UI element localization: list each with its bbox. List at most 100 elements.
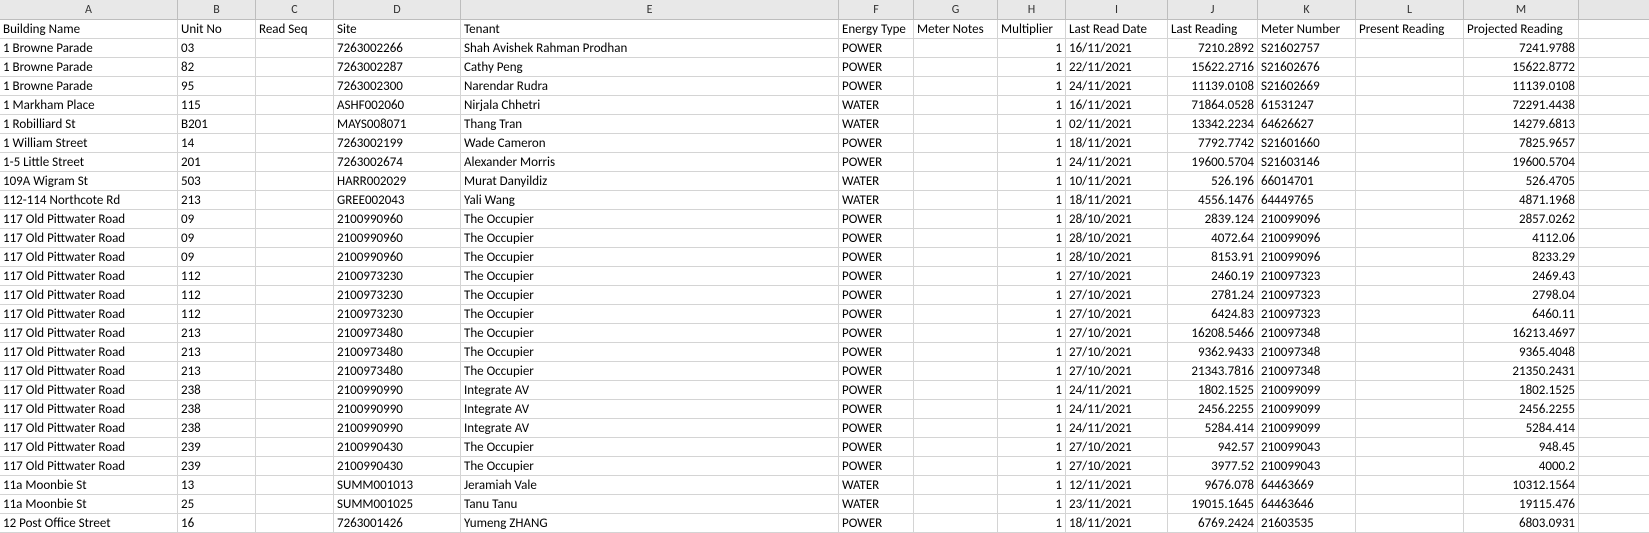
cell-I[interactable]: 27/10/2021 xyxy=(1066,343,1168,361)
cell-G[interactable] xyxy=(914,191,998,209)
cell-K[interactable]: S21602676 xyxy=(1258,58,1356,76)
cell-K[interactable]: S21602669 xyxy=(1258,77,1356,95)
cell-E[interactable]: Thang Tran xyxy=(461,115,839,133)
cell-J[interactable]: 4072.64 xyxy=(1168,229,1258,247)
header-cell-A[interactable]: Building Name xyxy=(0,20,178,38)
cell-L[interactable] xyxy=(1356,210,1464,228)
cell-M[interactable]: 4871.1968 xyxy=(1464,191,1579,209)
cell-A[interactable]: 1-5 Little Street xyxy=(0,153,178,171)
cell-M[interactable]: 14279.6813 xyxy=(1464,115,1579,133)
cell-L[interactable] xyxy=(1356,343,1464,361)
cell-D[interactable]: SUMM001013 xyxy=(334,476,461,494)
cell-A[interactable]: 112-114 Northcote Rd xyxy=(0,191,178,209)
cell-E[interactable]: Narendar Rudra xyxy=(461,77,839,95)
cell-H[interactable]: 1 xyxy=(998,210,1066,228)
cell-D[interactable]: MAYS008071 xyxy=(334,115,461,133)
cell-L[interactable] xyxy=(1356,381,1464,399)
cell-I[interactable]: 27/10/2021 xyxy=(1066,305,1168,323)
header-cell-B[interactable]: Unit No xyxy=(178,20,256,38)
cell-B[interactable]: 503 xyxy=(178,172,256,190)
cell-M[interactable]: 4112.06 xyxy=(1464,229,1579,247)
cell-H[interactable]: 1 xyxy=(998,58,1066,76)
cell-G[interactable] xyxy=(914,229,998,247)
cell-L[interactable] xyxy=(1356,267,1464,285)
cell-D[interactable]: 7263002199 xyxy=(334,134,461,152)
cell-D[interactable]: 2100990960 xyxy=(334,210,461,228)
cell-J[interactable]: 5284.414 xyxy=(1168,419,1258,437)
cell-H[interactable]: 1 xyxy=(998,229,1066,247)
spreadsheet-grid[interactable]: ABCDEFGHIJKLM Building NameUnit NoRead S… xyxy=(0,0,1649,533)
cell-G[interactable] xyxy=(914,153,998,171)
cell-C[interactable] xyxy=(256,343,334,361)
cell-F[interactable]: WATER xyxy=(839,476,914,494)
cell-F[interactable]: WATER xyxy=(839,96,914,114)
cell-C[interactable] xyxy=(256,400,334,418)
cell-L[interactable] xyxy=(1356,305,1464,323)
header-cell-E[interactable]: Tenant xyxy=(461,20,839,38)
cell-K[interactable]: S21601660 xyxy=(1258,134,1356,152)
cell-F[interactable]: POWER xyxy=(839,305,914,323)
cell-H[interactable]: 1 xyxy=(998,381,1066,399)
cell-G[interactable] xyxy=(914,457,998,475)
cell-A[interactable]: 1 Browne Parade xyxy=(0,77,178,95)
cell-J[interactable]: 4556.1476 xyxy=(1168,191,1258,209)
cell-C[interactable] xyxy=(256,476,334,494)
cell-L[interactable] xyxy=(1356,438,1464,456)
cell-I[interactable]: 16/11/2021 xyxy=(1066,39,1168,57)
cell-D[interactable]: 7263002287 xyxy=(334,58,461,76)
cell-A[interactable]: 117 Old Pittwater Road xyxy=(0,343,178,361)
cell-E[interactable]: The Occupier xyxy=(461,362,839,380)
cell-A[interactable]: 11a Moonbie St xyxy=(0,476,178,494)
cell-E[interactable]: Yali Wang xyxy=(461,191,839,209)
cell-J[interactable]: 15622.2716 xyxy=(1168,58,1258,76)
cell-E[interactable]: Tanu Tanu xyxy=(461,495,839,513)
cell-G[interactable] xyxy=(914,77,998,95)
cell-K[interactable]: 61531247 xyxy=(1258,96,1356,114)
cell-J[interactable]: 3977.52 xyxy=(1168,457,1258,475)
cell-E[interactable]: The Occupier xyxy=(461,210,839,228)
cell-L[interactable] xyxy=(1356,248,1464,266)
cell-L[interactable] xyxy=(1356,400,1464,418)
cell-K[interactable]: 210097348 xyxy=(1258,343,1356,361)
cell-F[interactable]: POWER xyxy=(839,400,914,418)
cell-H[interactable]: 1 xyxy=(998,419,1066,437)
cell-F[interactable]: POWER xyxy=(839,514,914,532)
cell-K[interactable]: 21603535 xyxy=(1258,514,1356,532)
cell-H[interactable]: 1 xyxy=(998,476,1066,494)
cell-G[interactable] xyxy=(914,381,998,399)
cell-J[interactable]: 71864.0528 xyxy=(1168,96,1258,114)
cell-G[interactable] xyxy=(914,476,998,494)
cell-B[interactable]: 238 xyxy=(178,400,256,418)
cell-G[interactable] xyxy=(914,362,998,380)
cell-I[interactable]: 24/11/2021 xyxy=(1066,381,1168,399)
cell-G[interactable] xyxy=(914,495,998,513)
cell-D[interactable]: 7263001426 xyxy=(334,514,461,532)
cell-A[interactable]: 117 Old Pittwater Road xyxy=(0,267,178,285)
cell-B[interactable]: 14 xyxy=(178,134,256,152)
cell-K[interactable]: 210099099 xyxy=(1258,381,1356,399)
cell-C[interactable] xyxy=(256,438,334,456)
cell-H[interactable]: 1 xyxy=(998,39,1066,57)
cell-G[interactable] xyxy=(914,96,998,114)
cell-E[interactable]: Integrate AV xyxy=(461,381,839,399)
cell-C[interactable] xyxy=(256,514,334,532)
cell-L[interactable] xyxy=(1356,514,1464,532)
cell-M[interactable]: 1802.1525 xyxy=(1464,381,1579,399)
cell-E[interactable]: The Occupier xyxy=(461,324,839,342)
cell-L[interactable] xyxy=(1356,419,1464,437)
cell-L[interactable] xyxy=(1356,476,1464,494)
cell-H[interactable]: 1 xyxy=(998,400,1066,418)
cell-H[interactable]: 1 xyxy=(998,96,1066,114)
cell-B[interactable]: 25 xyxy=(178,495,256,513)
cell-F[interactable]: POWER xyxy=(839,210,914,228)
cell-C[interactable] xyxy=(256,248,334,266)
cell-K[interactable]: 210097323 xyxy=(1258,305,1356,323)
cell-I[interactable]: 18/11/2021 xyxy=(1066,514,1168,532)
cell-J[interactable]: 526.196 xyxy=(1168,172,1258,190)
column-header-G[interactable]: G xyxy=(914,0,998,19)
cell-B[interactable]: 213 xyxy=(178,343,256,361)
cell-L[interactable] xyxy=(1356,77,1464,95)
cell-M[interactable]: 2469.43 xyxy=(1464,267,1579,285)
cell-A[interactable]: 117 Old Pittwater Road xyxy=(0,400,178,418)
cell-E[interactable]: Integrate AV xyxy=(461,400,839,418)
